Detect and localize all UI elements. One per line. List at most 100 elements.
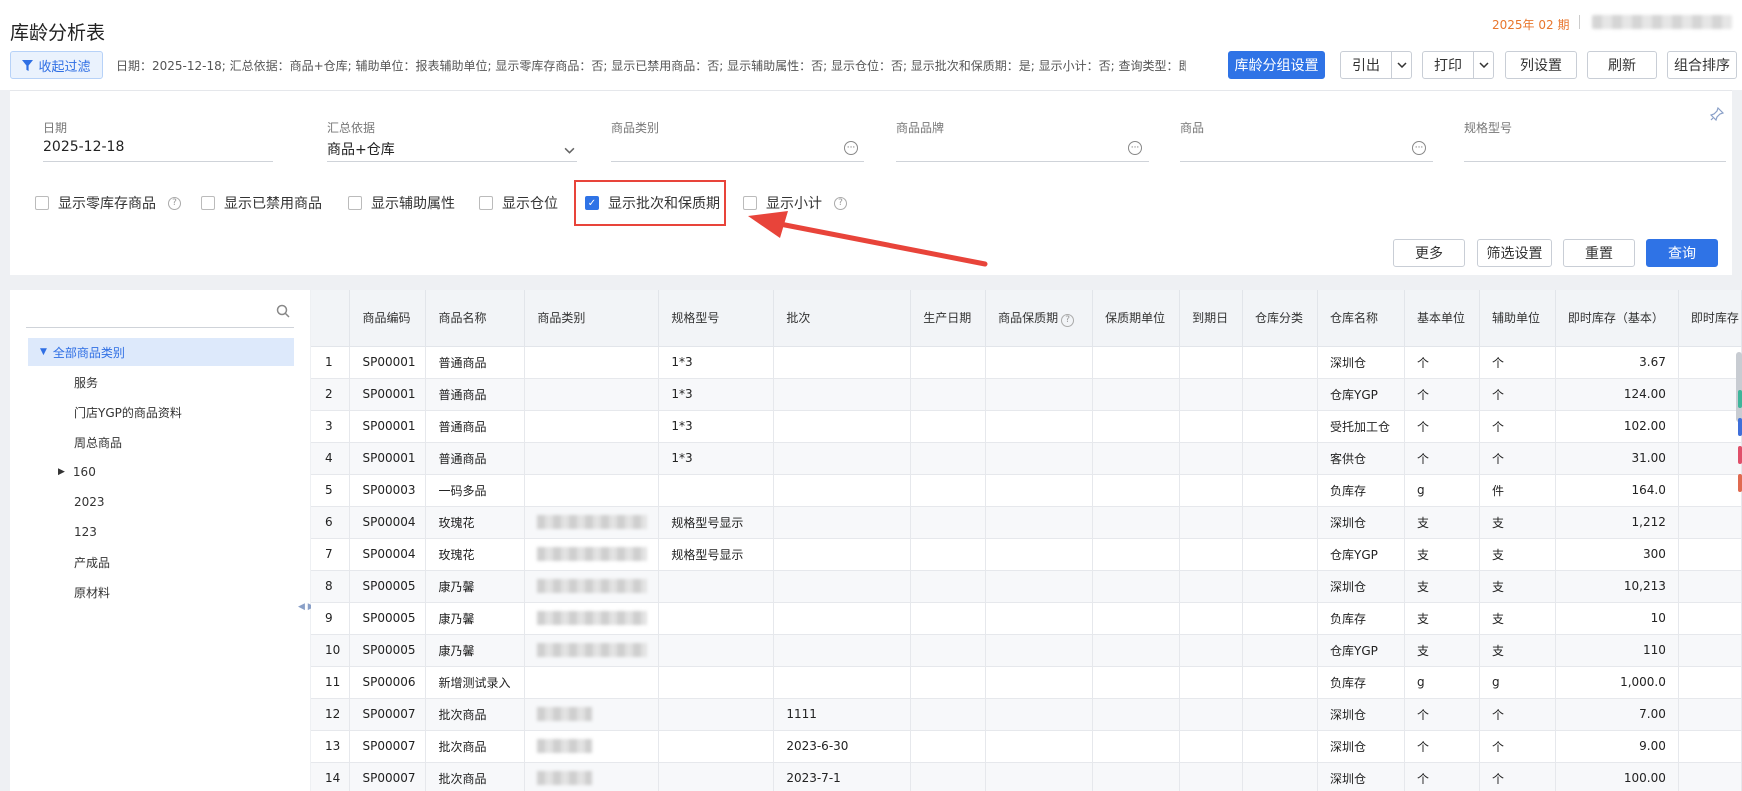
- refresh-button[interactable]: 刷新: [1587, 51, 1657, 79]
- search-icon[interactable]: [276, 304, 290, 322]
- tree-item-finished[interactable]: 产成品: [28, 548, 294, 576]
- column-header[interactable]: 基本单位: [1404, 290, 1480, 347]
- more-button[interactable]: 更多: [1393, 239, 1465, 267]
- table-cell: [1242, 634, 1319, 667]
- tree-item-zhou[interactable]: 周总商品: [28, 428, 294, 456]
- column-header[interactable]: 商品保质期?: [985, 290, 1094, 347]
- table-row[interactable]: 9 SP00005 康乃馨 负库存支支 10: [311, 602, 1742, 635]
- export-button[interactable]: 引出: [1340, 51, 1412, 79]
- side-tab[interactable]: [1738, 418, 1742, 436]
- tree-search-input[interactable]: [26, 300, 294, 328]
- table-cell: 9: [311, 602, 351, 635]
- caret-down-icon[interactable]: ▼: [40, 347, 47, 357]
- tree-item-160[interactable]: ▶ 160: [28, 458, 294, 486]
- table-cell: 仓库YGP: [1317, 378, 1405, 411]
- checkbox-box[interactable]: [743, 196, 757, 210]
- column-header[interactable]: 保质期单位: [1092, 290, 1181, 347]
- table-row[interactable]: 7 SP00004 玫瑰花 规格型号显示 仓库YGP 支支 300: [311, 538, 1742, 571]
- column-header[interactable]: 即时库存: [1678, 290, 1742, 347]
- date-input[interactable]: 2025-12-18: [43, 139, 124, 155]
- filter-settings-button[interactable]: 筛选设置: [1477, 239, 1552, 267]
- side-toolbar[interactable]: [1738, 390, 1742, 502]
- checkbox-aux-attributes[interactable]: 显示辅助属性: [348, 193, 455, 213]
- table-row[interactable]: 4 SP00001 普通商品 1*3 客供仓个个 31.00: [311, 442, 1742, 475]
- column-header[interactable]: 生产日期: [910, 290, 987, 347]
- tree-item-123[interactable]: 123: [28, 518, 294, 546]
- column-header[interactable]: 商品名称: [425, 290, 526, 347]
- combo-sort-button[interactable]: 组合排序: [1667, 51, 1737, 79]
- column-header[interactable]: 仓库名称: [1317, 290, 1405, 347]
- aging-group-settings-button[interactable]: 库龄分组设置: [1228, 51, 1325, 79]
- table-cell: [910, 538, 987, 571]
- tree-item-all[interactable]: ▼ 全部商品类别: [28, 338, 294, 366]
- summary-basis-select[interactable]: 商品+仓库: [327, 139, 395, 159]
- table-cell: 个: [1404, 442, 1480, 475]
- column-header[interactable]: 仓库分类: [1242, 290, 1319, 347]
- column-header[interactable]: 商品类别: [524, 290, 660, 347]
- column-header[interactable]: 规格型号: [658, 290, 775, 347]
- checkbox-box[interactable]: [35, 196, 49, 210]
- table-cell: [658, 474, 775, 507]
- checkbox-disabled-products[interactable]: 显示已禁用商品: [201, 193, 322, 213]
- table-row[interactable]: 1 SP00001 普通商品 1*3 深圳仓个个 3.67: [311, 346, 1742, 379]
- more-dots-icon[interactable]: ···: [1128, 141, 1142, 155]
- more-dots-icon[interactable]: ···: [1412, 141, 1426, 155]
- table-cell: 个: [1479, 410, 1556, 443]
- table-row[interactable]: 11 SP00006 新增测试录入 负库存 g g 1,000.0: [311, 666, 1742, 699]
- checkbox-label: 显示零库存商品: [58, 196, 156, 212]
- table-row[interactable]: 3 SP00001 普通商品 1*3 受托加工仓个个 102.00: [311, 410, 1742, 443]
- column-header[interactable]: 到期日: [1179, 290, 1244, 347]
- checkbox-box[interactable]: [201, 196, 215, 210]
- table-row[interactable]: 14 SP00007 批次商品 2023-7-1 深圳仓个个 100.00: [311, 762, 1742, 791]
- side-tab[interactable]: [1738, 446, 1742, 464]
- column-header[interactable]: [311, 290, 351, 347]
- table-row[interactable]: 10 SP00005 康乃馨 仓库YGP 支支 110: [311, 634, 1742, 667]
- table-cell: [1179, 730, 1244, 763]
- table-cell: 1*3: [658, 346, 775, 379]
- column-header[interactable]: 商品编码: [349, 290, 427, 347]
- table-row[interactable]: 5 SP00003 一码多品 负库存 g 件 164.0: [311, 474, 1742, 507]
- chevron-down-icon[interactable]: [564, 143, 575, 158]
- table-row[interactable]: 13 SP00007 批次商品 2023-6-30 深圳仓个个 9.00: [311, 730, 1742, 763]
- collapse-filter-button[interactable]: 收起过滤: [10, 51, 103, 79]
- table-cell: [1678, 378, 1742, 411]
- table-cell: [985, 730, 1094, 763]
- column-header[interactable]: 即时库存（基本）: [1555, 290, 1679, 347]
- reset-button[interactable]: 重置: [1563, 239, 1635, 267]
- table-cell: [524, 602, 660, 635]
- table-cell: 1*3: [658, 410, 775, 443]
- table-cell: [985, 346, 1094, 379]
- print-button[interactable]: 打印: [1422, 51, 1494, 79]
- caret-right-icon[interactable]: ▶: [58, 467, 65, 477]
- checkbox-label: 显示已禁用商品: [224, 196, 322, 212]
- checkbox-location[interactable]: 显示仓位: [479, 193, 558, 213]
- print-dropdown[interactable]: [1473, 52, 1493, 78]
- table-row[interactable]: 12 SP00007 批次商品 1111 深圳仓个个 7.00: [311, 698, 1742, 731]
- more-dots-icon[interactable]: ···: [844, 141, 858, 155]
- blurred-category: [537, 547, 648, 562]
- period-label[interactable]: 2025年 02 期: [1492, 16, 1569, 33]
- tree-item-store-ygp[interactable]: 门店YGP的商品资料: [28, 398, 294, 426]
- export-dropdown[interactable]: [1391, 52, 1411, 78]
- column-header[interactable]: 批次: [773, 290, 912, 347]
- column-header[interactable]: 辅助单位: [1479, 290, 1556, 347]
- tree-item-raw[interactable]: 原材料: [28, 578, 294, 606]
- column-settings-button[interactable]: 列设置: [1505, 51, 1577, 79]
- checkbox-zero-stock[interactable]: 显示零库存商品 ?: [35, 193, 181, 213]
- user-name-blurred[interactable]: [1592, 15, 1732, 29]
- help-icon[interactable]: ?: [168, 196, 181, 210]
- help-icon[interactable]: ?: [1061, 313, 1075, 327]
- help-icon[interactable]: ?: [834, 196, 847, 210]
- side-tab[interactable]: [1738, 474, 1742, 492]
- table-row[interactable]: 8 SP00005 康乃馨 深圳仓支支 10,213: [311, 570, 1742, 603]
- checkbox-box[interactable]: [348, 196, 362, 210]
- pin-icon[interactable]: [1709, 106, 1725, 125]
- tree-item-service[interactable]: 服务: [28, 368, 294, 396]
- tree-item-2023[interactable]: 2023: [28, 488, 294, 516]
- side-tab[interactable]: [1738, 390, 1742, 408]
- checkbox-box[interactable]: [479, 196, 493, 210]
- table-row[interactable]: 6 SP00004 玫瑰花 规格型号显示 深圳仓支支 1,212: [311, 506, 1742, 539]
- table-cell: SP00001: [349, 442, 427, 475]
- table-row[interactable]: 2 SP00001 普通商品 1*3 仓库YGP 个个 124.00: [311, 378, 1742, 411]
- query-button[interactable]: 查询: [1646, 239, 1718, 267]
